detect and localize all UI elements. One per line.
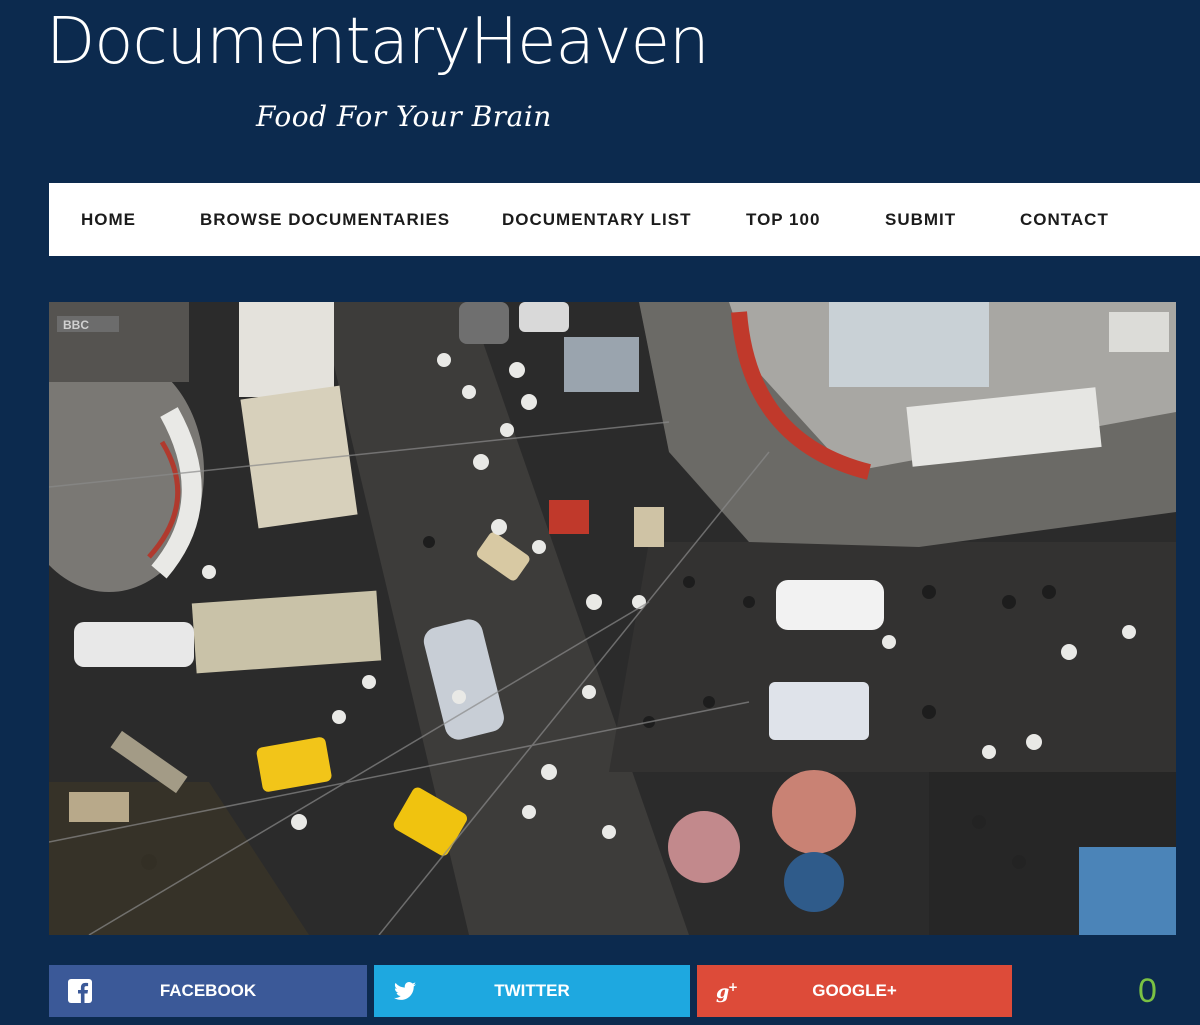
featured-video-image[interactable]: BBC: [49, 302, 1176, 935]
site-tagline: Food For Your Brain: [256, 100, 552, 133]
main-nav: HOME BROWSE DOCUMENTARIES DOCUMENTARY LI…: [49, 183, 1200, 256]
twitter-share-label: TWITTER: [494, 981, 570, 1000]
nav-item-contact[interactable]: CONTACT: [1020, 183, 1109, 256]
nav-item-documentary-list[interactable]: DOCUMENTARY LIST: [502, 183, 691, 256]
share-count: 0: [1138, 972, 1157, 1010]
facebook-share-label: FACEBOOK: [159, 981, 257, 1000]
facebook-share-button[interactable]: FACEBOOK: [49, 965, 367, 1017]
twitter-share-button[interactable]: TWITTER: [374, 965, 690, 1017]
site-logo-title[interactable]: DocumentaryHeaven: [46, 4, 709, 81]
nav-item-submit[interactable]: SUBMIT: [885, 183, 956, 256]
nav-item-browse-documentaries[interactable]: BROWSE DOCUMENTARIES: [200, 183, 450, 256]
aerial-street-scene: BBC: [49, 302, 1176, 935]
bbc-watermark: BBC: [63, 318, 89, 332]
nav-item-home[interactable]: HOME: [81, 183, 136, 256]
google-plus-share-label: GOOGLE+: [812, 981, 897, 1000]
google-plus-share-button[interactable]: g + GOOGLE+: [697, 965, 1012, 1017]
site-header: DocumentaryHeaven Food For Your Brain: [0, 0, 1200, 183]
nav-item-top-100[interactable]: TOP 100: [746, 183, 820, 256]
